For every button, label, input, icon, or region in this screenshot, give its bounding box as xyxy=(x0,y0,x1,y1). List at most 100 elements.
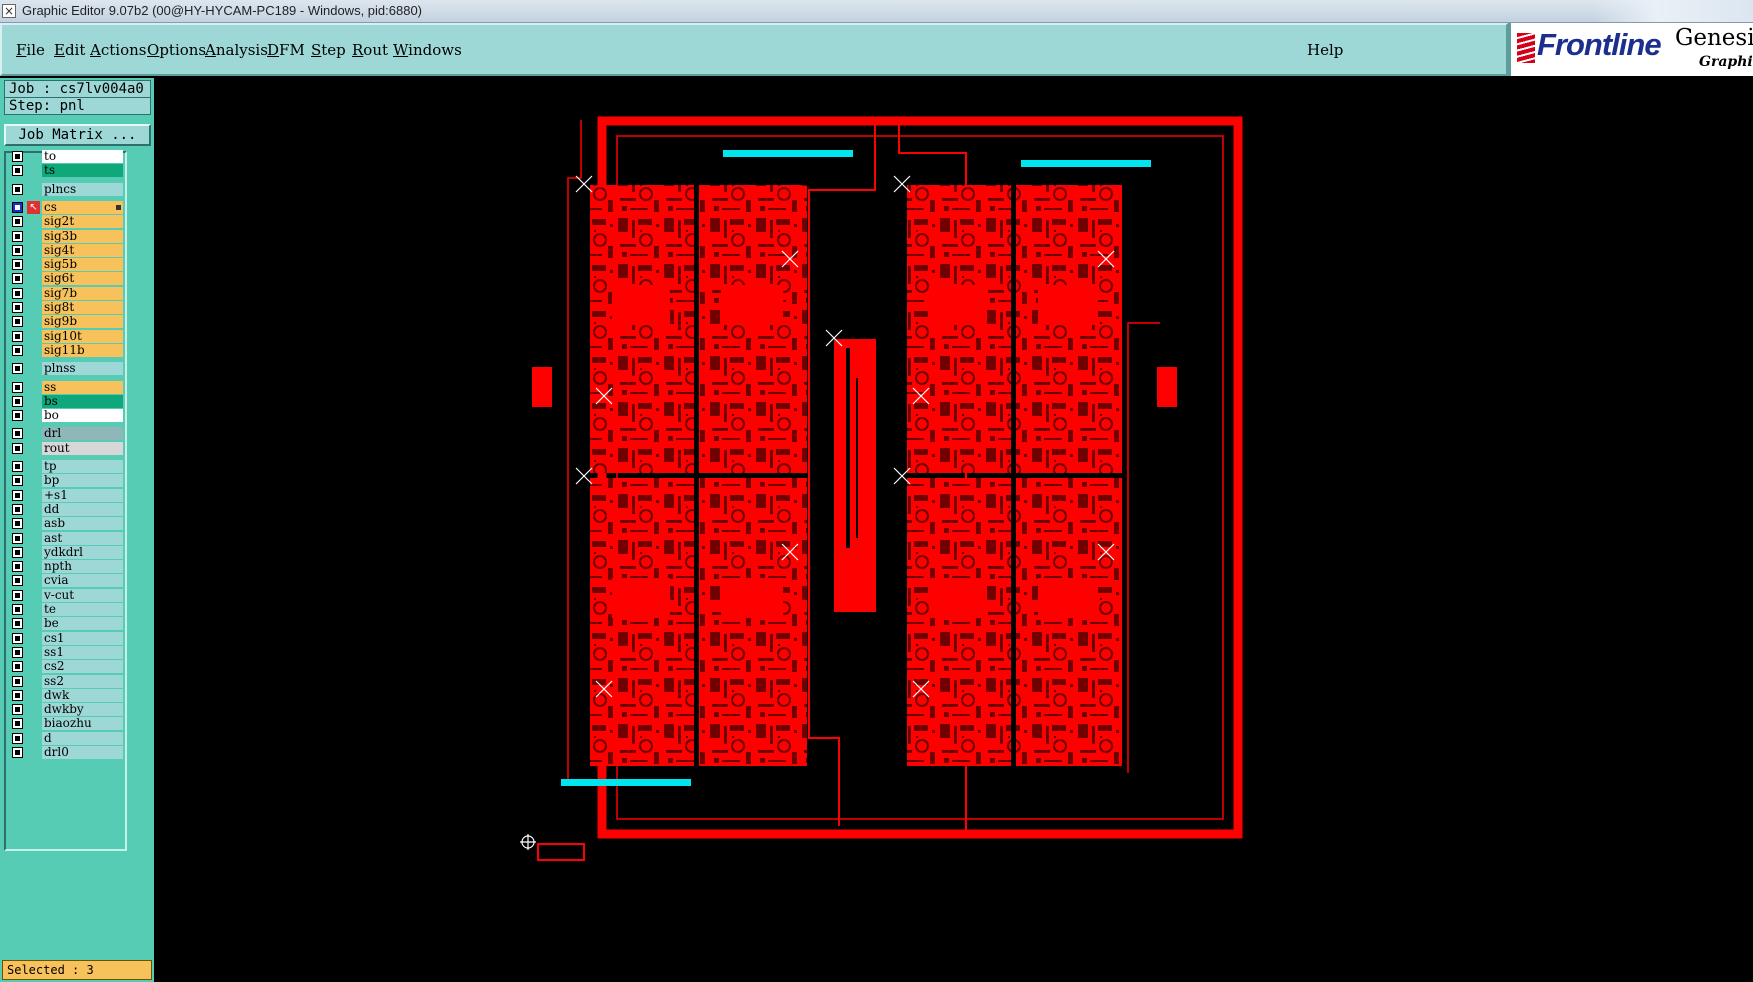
layer-checkbox[interactable] xyxy=(12,618,23,630)
layer-checkbox[interactable] xyxy=(12,344,23,356)
layer-row-ast[interactable]: ast xyxy=(6,531,125,546)
menu-windows[interactable]: Windows xyxy=(393,41,462,59)
layer-checkbox[interactable] xyxy=(12,381,23,393)
layer-name[interactable]: tp xyxy=(42,460,123,473)
layer-name[interactable]: cs1 xyxy=(42,631,123,645)
layer-row-sig3b[interactable]: sig3b xyxy=(6,229,125,244)
layer-row-cs2[interactable]: cs2 xyxy=(6,659,125,674)
layer-row-ss[interactable]: ss xyxy=(6,380,125,395)
layer-checkbox[interactable] xyxy=(12,604,23,615)
layer-checkbox[interactable] xyxy=(12,316,23,328)
layer-row-sig4t[interactable]: sig4t xyxy=(6,243,125,258)
layer-checkbox[interactable] xyxy=(12,287,23,299)
layer-name[interactable]: drl xyxy=(42,427,123,441)
layer-checkbox[interactable] xyxy=(12,589,23,601)
layer-name[interactable]: biaozhu xyxy=(42,717,123,731)
layer-checkbox[interactable] xyxy=(12,330,23,342)
layer-name[interactable]: ast xyxy=(42,531,123,545)
layer-checkbox[interactable] xyxy=(12,503,23,515)
layer-checkbox[interactable] xyxy=(12,230,23,242)
layer-checkbox[interactable] xyxy=(12,183,23,195)
layer-checkbox[interactable] xyxy=(12,747,23,758)
layer-row-v-cut[interactable]: v-cut xyxy=(6,588,125,603)
menu-options[interactable]: Options xyxy=(147,41,206,59)
layer-checkbox[interactable] xyxy=(12,689,23,701)
layer-row-drl[interactable]: drl xyxy=(6,426,125,441)
layer-name[interactable]: v-cut xyxy=(42,588,123,602)
layer-row-sig2t[interactable]: sig2t xyxy=(6,214,125,229)
layer-row-be[interactable]: be xyxy=(6,616,125,631)
layer-row-ss1[interactable]: ss1 xyxy=(6,645,125,660)
layer-name[interactable]: sig11b xyxy=(42,343,123,357)
layer-name[interactable]: dwk xyxy=(42,688,123,702)
layer-row-sig6t[interactable]: sig6t xyxy=(6,271,125,286)
layer-name[interactable]: +s1 xyxy=(42,488,123,502)
layer-name[interactable]: ss2 xyxy=(42,674,123,688)
layer-name[interactable]: cs xyxy=(42,200,123,214)
layer-name[interactable]: sig10t xyxy=(42,329,123,343)
layer-row-plnss[interactable]: plnss xyxy=(6,361,125,376)
layer-checkbox[interactable] xyxy=(12,546,23,558)
layer-name[interactable]: bo xyxy=(42,409,123,423)
layer-checkbox[interactable] xyxy=(12,244,23,256)
layer-name[interactable]: plnss xyxy=(42,362,123,376)
layer-name[interactable]: plncs xyxy=(42,182,123,196)
layer-name[interactable]: sig4t xyxy=(42,243,123,257)
layer-checkbox[interactable] xyxy=(12,410,23,422)
menu-edit[interactable]: Edit xyxy=(54,41,85,59)
layer-row-rout[interactable]: rout xyxy=(6,441,125,456)
layer-name[interactable]: te xyxy=(42,603,123,616)
layer-checkbox[interactable] xyxy=(12,395,23,407)
layer-row-tp[interactable]: tp xyxy=(6,459,125,474)
layer-row-sig10t[interactable]: sig10t xyxy=(6,329,125,344)
layer-checkbox[interactable] xyxy=(12,561,23,573)
menu-dfm[interactable]: DFM xyxy=(267,41,305,59)
layer-checkbox[interactable] xyxy=(12,475,23,487)
layer-name[interactable]: ts xyxy=(42,164,123,178)
layer-name[interactable]: bs xyxy=(42,394,123,408)
layer-row-ydkdrl[interactable]: ydkdrl xyxy=(6,545,125,560)
panel-drawing[interactable] xyxy=(156,78,1753,982)
layer-row-sig11b[interactable]: sig11b xyxy=(6,343,125,358)
layer-row-bp[interactable]: bp xyxy=(6,473,125,488)
layer-row-to[interactable]: to xyxy=(6,149,125,164)
layer-checkbox[interactable] xyxy=(12,675,23,687)
layer-name[interactable]: be xyxy=(42,617,123,631)
layer-row-dd[interactable]: dd xyxy=(6,502,125,517)
menu-help[interactable]: Help xyxy=(1307,41,1343,59)
menu-file[interactable]: File xyxy=(16,41,45,59)
layer-checkbox[interactable] xyxy=(12,704,23,716)
menu-rout[interactable]: Rout xyxy=(352,41,388,59)
layer-row-dwkby[interactable]: dwkby xyxy=(6,702,125,717)
layer-name[interactable]: npth xyxy=(42,560,123,574)
layer-checkbox[interactable] xyxy=(12,632,23,644)
layer-name[interactable]: to xyxy=(42,150,123,163)
layer-checkbox[interactable] xyxy=(12,461,23,472)
layer-name[interactable]: drl0 xyxy=(42,746,123,759)
layer-row-+s1[interactable]: +s1 xyxy=(6,488,125,503)
layer-name[interactable]: ss1 xyxy=(42,645,123,659)
layer-checkbox[interactable] xyxy=(12,428,23,440)
layer-row-d[interactable]: d xyxy=(6,731,125,746)
layer-row-sig9b[interactable]: sig9b xyxy=(6,314,125,329)
layer-name[interactable]: dwkby xyxy=(42,703,123,717)
layer-checkbox[interactable] xyxy=(12,518,23,530)
layer-name[interactable]: sig3b xyxy=(42,229,123,243)
layer-row-bo[interactable]: bo xyxy=(6,408,125,423)
layer-name[interactable]: rout xyxy=(42,441,123,455)
layer-checkbox[interactable] xyxy=(12,151,23,162)
layer-row-npth[interactable]: npth xyxy=(6,559,125,574)
layer-checkbox[interactable] xyxy=(12,216,23,228)
layer-name[interactable]: sig7b xyxy=(42,286,123,300)
layer-row-cs[interactable]: ↖ cs xyxy=(6,200,125,215)
window-titlebar[interactable]: × Graphic Editor 9.07b2 (00@HY-HYCAM-PC1… xyxy=(0,0,1753,23)
layer-checkbox[interactable] xyxy=(12,646,23,658)
layer-name[interactable]: ydkdrl xyxy=(42,545,123,559)
layer-row-plncs[interactable]: plncs xyxy=(6,182,125,197)
layer-row-dwk[interactable]: dwk xyxy=(6,688,125,703)
layer-checkbox[interactable] xyxy=(12,165,23,177)
layer-name[interactable]: cs2 xyxy=(42,660,123,674)
layer-row-bs[interactable]: bs xyxy=(6,394,125,409)
layer-name[interactable]: d xyxy=(42,731,123,745)
layer-checkbox[interactable] xyxy=(12,363,23,375)
